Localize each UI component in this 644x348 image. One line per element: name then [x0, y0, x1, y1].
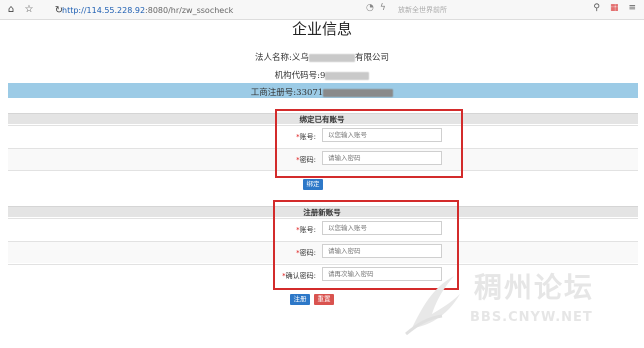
redacted-block	[323, 88, 394, 97]
apps-icon[interactable]: ▦	[610, 3, 619, 13]
toolbar-right: ⚲ ▦ ≡	[593, 3, 636, 13]
redacted-block	[308, 53, 355, 62]
legal-name-prefix: 义乌	[291, 53, 309, 63]
address-bar[interactable]: http://114.55.228.92:8080/hr/zw_ssocheck	[62, 3, 362, 17]
reg-no-prefix: 33071	[296, 88, 324, 98]
url-path: :8080/hr/zw_ssocheck	[145, 5, 234, 15]
org-code-line: 机构代码号:9	[0, 69, 644, 81]
reg-number-line: 工商注册号:33071	[0, 86, 644, 98]
browser-toolbar: ⌂ ☆ ↻ http://114.55.228.92:8080/hr/zw_ss…	[0, 0, 644, 20]
star-icon[interactable]: ☆	[22, 3, 36, 17]
watermark-text: 稠州论坛	[474, 271, 595, 304]
reg-no-label: 工商注册号:	[250, 88, 297, 98]
watermark-url: BBS.CNYW.NET	[470, 310, 593, 325]
menu-icon[interactable]: ≡	[628, 3, 636, 13]
forum-logo-icon	[405, 276, 460, 336]
bind-button[interactable]: 绑定	[303, 179, 323, 190]
url-host: http://114.55.228.92	[62, 5, 146, 15]
register-button[interactable]: 注册	[290, 294, 310, 305]
org-code-label: 机构代码号:	[274, 71, 320, 81]
shield-icon[interactable]: ◔	[366, 3, 374, 13]
highlight-box-bind	[275, 109, 463, 178]
home-icon[interactable]: ⌂	[4, 3, 18, 17]
page-title: 企业信息	[291, 20, 352, 38]
legal-name-line: 法人名称:义乌 有限公司	[0, 51, 644, 63]
legal-name-suffix: 有限公司	[354, 53, 389, 63]
search-icon[interactable]: ⚲	[593, 3, 600, 13]
legal-name-label: 法人名称:	[255, 53, 292, 63]
search-input[interactable]: 放新全世界前所	[392, 3, 532, 17]
reset-button[interactable]: 重置	[314, 294, 334, 305]
redacted-block	[325, 71, 370, 80]
address-bar-actions: ◔ ϟ	[366, 3, 386, 13]
lightning-icon[interactable]: ϟ	[380, 3, 386, 13]
